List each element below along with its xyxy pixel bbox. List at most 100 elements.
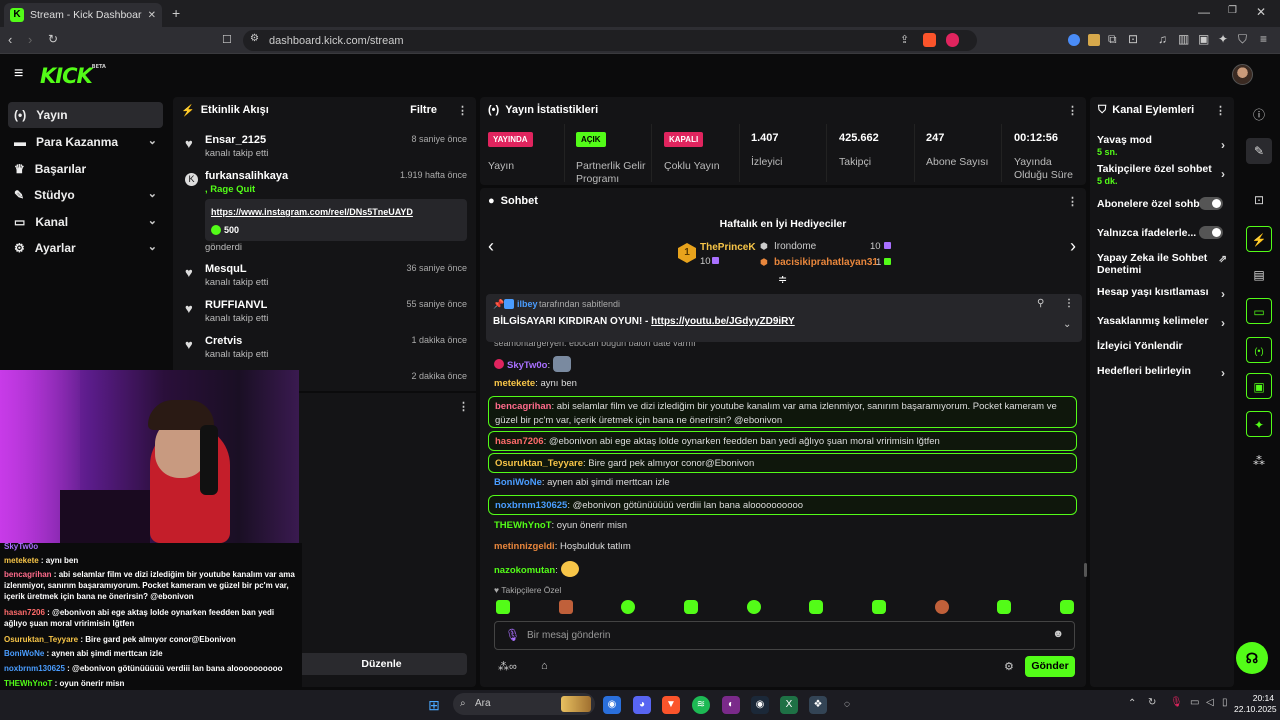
hamburger-menu-icon[interactable]: ≡ bbox=[14, 65, 23, 83]
send-button[interactable]: Gönder bbox=[1025, 656, 1075, 677]
app-icon[interactable]: ❖ bbox=[809, 696, 827, 714]
chat-bubble-icon[interactable]: ▭ bbox=[1246, 298, 1272, 324]
steam-icon[interactable]: ◉ bbox=[751, 696, 769, 714]
address-bar[interactable]: ⚙ dashboard.kick.com/stream ⇪ bbox=[243, 30, 977, 51]
action-subscribers-only[interactable]: Abonelere özel sohbet bbox=[1097, 197, 1229, 210]
wrench-icon[interactable]: ✦ bbox=[1246, 411, 1272, 437]
media-icon[interactable]: ♫ bbox=[1158, 32, 1167, 46]
kick-logo[interactable]: KICKBETA bbox=[40, 64, 106, 88]
edit-icon[interactable]: ✎ bbox=[1246, 138, 1272, 164]
taskbar-search[interactable]: ⌕ Ara bbox=[453, 693, 595, 715]
emote-icon[interactable] bbox=[809, 600, 824, 614]
emoji-icon[interactable]: ☻ bbox=[1052, 628, 1064, 640]
bookmark-icon[interactable]: ☐ bbox=[222, 33, 232, 46]
ai-assistant-icon[interactable]: ✦ bbox=[1218, 32, 1228, 46]
emote-icon[interactable] bbox=[997, 600, 1012, 614]
rewards-icon[interactable] bbox=[946, 33, 959, 47]
layout-icon[interactable]: ▣ bbox=[1246, 373, 1272, 399]
volume-icon[interactable]: ◁ bbox=[1206, 697, 1214, 708]
sidebar-item-basarilar[interactable]: ♛ Başarılar bbox=[8, 156, 163, 182]
spotify-icon[interactable]: ≋ bbox=[692, 696, 710, 714]
emote-icon[interactable] bbox=[1059, 600, 1074, 614]
sidebar-item-studyo[interactable]: ✎ Stüdyo ⌄ bbox=[8, 182, 163, 208]
back-icon[interactable]: ‹ bbox=[8, 32, 12, 47]
emote-icon[interactable] bbox=[934, 600, 949, 614]
emote-icon[interactable] bbox=[683, 600, 698, 614]
action-goals[interactable]: Hedefleri belirleyin › bbox=[1097, 365, 1229, 379]
sidebar-item-para-kazanma[interactable]: ▬ Para Kazanma ⌄ bbox=[8, 129, 163, 155]
support-icon[interactable]: ☊ bbox=[1236, 642, 1268, 674]
microphone-icon[interactable]: 🎙 bbox=[505, 628, 520, 642]
chat-input[interactable]: 🎙 Bir mesaj gönderin ☻ bbox=[494, 621, 1075, 650]
info-icon[interactable]: ⓘ bbox=[1246, 102, 1272, 128]
clock[interactable]: 20:14 22.10.2025 bbox=[1234, 693, 1277, 715]
battery-icon[interactable]: ▯ bbox=[1222, 697, 1228, 708]
microphone-icon[interactable]: 🎙 bbox=[1170, 697, 1183, 708]
app-icon[interactable]: ◐ bbox=[722, 696, 740, 714]
emote-icon[interactable] bbox=[558, 600, 573, 614]
pinned-link[interactable]: https://youtu.be/JGdyyZD9iRY bbox=[651, 316, 795, 327]
users-icon[interactable]: ⁂ bbox=[1246, 448, 1272, 474]
action-banned-words[interactable]: Yasaklanmış kelimeler › bbox=[1097, 315, 1229, 329]
action-ai-moderation[interactable]: Yapay Zeka ile Sohbet Denetimi ⇗ bbox=[1097, 252, 1227, 276]
filter-button[interactable]: Filtre bbox=[410, 104, 437, 116]
capture-icon[interactable]: ⊡ bbox=[1246, 187, 1272, 213]
minimize-icon[interactable]: — bbox=[1198, 5, 1210, 19]
emote-icon[interactable] bbox=[496, 600, 510, 614]
store-icon[interactable]: ⌂ bbox=[541, 660, 548, 672]
instagram-link[interactable]: https://www.instagram.com/reel/DNs5TneUA… bbox=[211, 207, 413, 217]
extension-icon[interactable]: ⊡ bbox=[1128, 32, 1138, 46]
action-slow-mode[interactable]: Yavaş mod 5 sn. › bbox=[1097, 134, 1229, 158]
collapse-icon[interactable]: ≑ bbox=[778, 273, 787, 286]
more-options-icon[interactable]: ⋮ bbox=[1067, 195, 1078, 208]
share-icon[interactable]: ⇪ bbox=[900, 33, 909, 46]
more-options-icon[interactable]: ⋮ bbox=[1215, 104, 1226, 117]
unpin-icon[interactable]: ⚲ bbox=[1037, 298, 1044, 309]
sidebar-toggle-icon[interactable]: ▥ bbox=[1178, 32, 1189, 46]
brave-shields-icon[interactable] bbox=[923, 33, 936, 47]
more-options-icon[interactable]: ⋮ bbox=[458, 400, 469, 413]
more-options-icon[interactable]: ⋮ bbox=[457, 104, 468, 117]
edit-button[interactable]: Düzenle bbox=[296, 653, 467, 675]
extension-icon[interactable] bbox=[1068, 34, 1080, 46]
emote-icon[interactable] bbox=[746, 600, 761, 614]
extension-icon[interactable]: ⧉ bbox=[1108, 32, 1117, 47]
sidebar-item-ayarlar[interactable]: ⚙ Ayarlar ⌄ bbox=[8, 235, 163, 261]
bolt-icon[interactable]: ⚡ bbox=[1246, 226, 1272, 252]
chevron-left-icon[interactable]: ‹ bbox=[488, 236, 494, 257]
brave-icon[interactable]: ▼ bbox=[662, 696, 680, 714]
broadcast-icon[interactable]: (•) bbox=[1246, 337, 1272, 363]
toggle-switch[interactable] bbox=[1199, 197, 1223, 210]
app-icon[interactable]: ◌ bbox=[838, 696, 856, 714]
close-window-icon[interactable]: ✕ bbox=[1256, 5, 1266, 19]
extension-icon[interactable] bbox=[1088, 34, 1100, 46]
emote-icon[interactable] bbox=[621, 600, 636, 614]
emote-icon[interactable] bbox=[871, 600, 886, 614]
sidebar-item-yayin[interactable]: (•) Yayın bbox=[8, 102, 163, 128]
document-icon[interactable]: ▤ bbox=[1246, 262, 1272, 288]
reload-icon[interactable]: ↻ bbox=[48, 32, 58, 46]
close-tab-icon[interactable]: ✕ bbox=[148, 10, 156, 21]
more-options-icon[interactable]: ⋮ bbox=[1064, 298, 1074, 309]
action-followers-only[interactable]: Takipçilere özel sohbet 5 dk. › bbox=[1097, 163, 1229, 187]
sidebar-item-kanal[interactable]: ▭ Kanal ⌄ bbox=[8, 209, 163, 235]
action-emotes-only[interactable]: Yalnızca ifadelerle... bbox=[1097, 226, 1229, 239]
forward-icon[interactable]: › bbox=[28, 32, 32, 47]
site-info-icon[interactable]: ⚙ bbox=[250, 33, 259, 44]
settings-icon[interactable]: ⚙ bbox=[1004, 660, 1014, 673]
toggle-switch[interactable] bbox=[1199, 226, 1223, 239]
browser-tab[interactable]: K Stream - Kick Dashboard ✕ bbox=[4, 3, 162, 27]
users-icon[interactable]: ⁂∞ bbox=[498, 660, 517, 673]
restore-icon[interactable]: ❐ bbox=[1228, 5, 1237, 16]
wallet-icon[interactable]: ▣ bbox=[1198, 32, 1209, 46]
steam-icon[interactable]: ◉ bbox=[603, 696, 621, 714]
menu-icon[interactable]: ≡ bbox=[1260, 32, 1267, 46]
sync-icon[interactable]: ↻ bbox=[1148, 697, 1156, 708]
vpn-icon[interactable]: ⛉ bbox=[1238, 32, 1247, 47]
windows-start-icon[interactable]: ⊞ bbox=[425, 696, 443, 714]
chevron-right-icon[interactable]: › bbox=[1070, 236, 1076, 257]
new-tab-icon[interactable]: + bbox=[172, 5, 180, 21]
chat-scrollbar[interactable] bbox=[1084, 563, 1087, 577]
action-account-age[interactable]: Hesap yaşı kısıtlaması › bbox=[1097, 286, 1229, 300]
display-icon[interactable]: ▭ bbox=[1190, 697, 1199, 708]
